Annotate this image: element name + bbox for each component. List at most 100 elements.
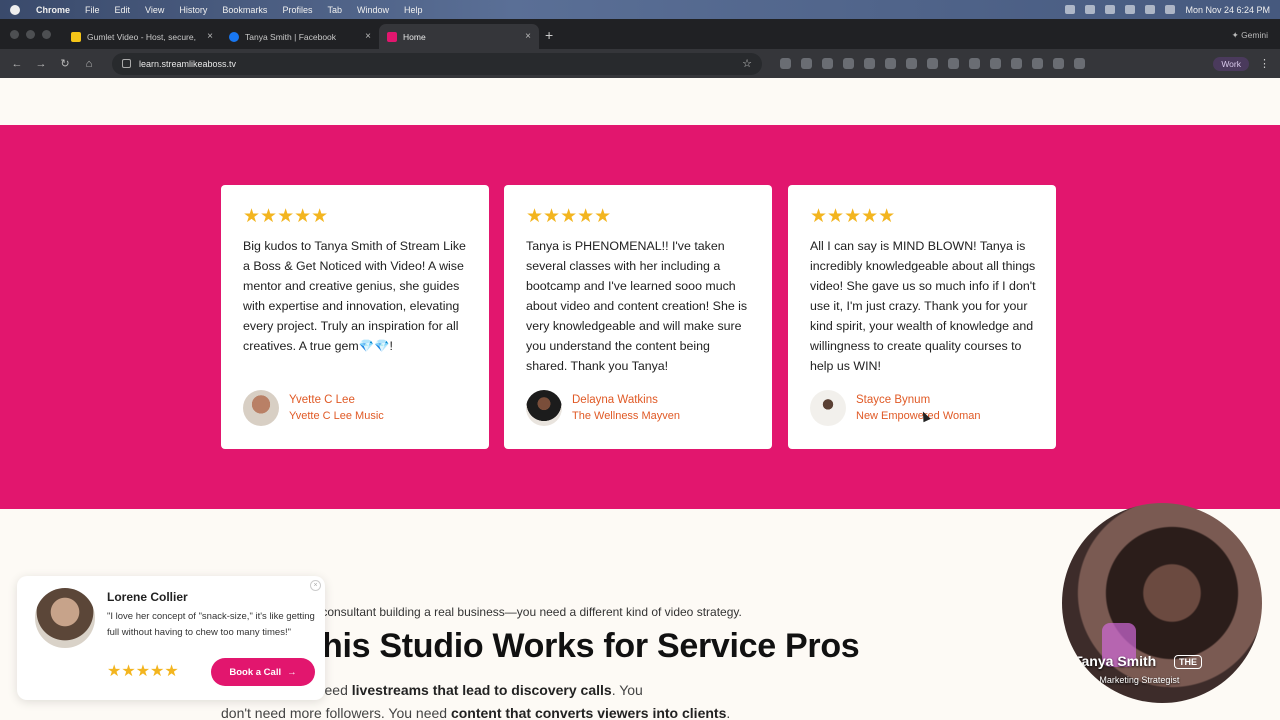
extension-icon[interactable] xyxy=(1053,58,1064,69)
extension-icon[interactable] xyxy=(906,58,917,69)
macos-menu-bar: Chrome File Edit View History Bookmarks … xyxy=(0,0,1280,19)
extension-icon[interactable] xyxy=(948,58,959,69)
battery-icon[interactable] xyxy=(1145,5,1156,14)
site-info-icon[interactable] xyxy=(122,59,131,68)
menu-clock[interactable]: Mon Nov 24 6:24 PM xyxy=(1185,5,1270,15)
browser-toolbar: ← → ↻ ⌂ learn.streamlikeaboss.tv ☆ Work … xyxy=(0,49,1280,78)
para-text: don't need more followers. You need xyxy=(221,705,451,720)
tab-title: Home xyxy=(403,31,426,42)
gemini-button[interactable]: ✦ Gemini xyxy=(1220,30,1280,49)
close-popup-icon[interactable]: × xyxy=(310,580,321,591)
bookmark-star-icon[interactable]: ☆ xyxy=(742,57,752,70)
close-tab-icon[interactable]: × xyxy=(207,31,213,42)
menu-edit[interactable]: Edit xyxy=(115,5,131,15)
facebook-favicon-icon xyxy=(229,31,239,42)
status-icon[interactable] xyxy=(1105,5,1116,14)
testimonial-card: ★★★★★ Big kudos to Tanya Smith of Stream… xyxy=(221,185,489,449)
para-bold: livestreams that lead to discovery calls xyxy=(351,682,612,698)
tab-facebook[interactable]: Tanya Smith | Facebook × xyxy=(221,24,379,49)
extensions-puzzle-icon[interactable] xyxy=(1074,58,1085,69)
testimonial-quote: Tanya is PHENOMENAL!! I've taken several… xyxy=(526,239,748,373)
testimonial-author: Yvette C Lee Yvette C Lee Music xyxy=(243,390,384,426)
avatar xyxy=(526,390,562,426)
close-tab-icon[interactable]: × xyxy=(525,31,531,42)
close-window-icon[interactable] xyxy=(10,30,19,39)
testimonial-quote: Big kudos to Tanya Smith of Stream Like … xyxy=(243,239,466,353)
menu-profiles[interactable]: Profiles xyxy=(282,5,312,15)
control-center-icon[interactable] xyxy=(1165,5,1176,14)
web-page: ★★★★★ Big kudos to Tanya Smith of Stream… xyxy=(0,78,1280,720)
para-bold: content that converts viewers into clien… xyxy=(450,705,727,720)
avatar xyxy=(35,588,95,648)
brand-logo: THE xyxy=(1174,655,1202,669)
testimonial-author: Delayna Watkins The Wellness Mayven xyxy=(526,390,680,426)
extension-icon[interactable] xyxy=(1032,58,1043,69)
button-label: Book a Call xyxy=(229,666,282,678)
popup-author-name: Lorene Collier xyxy=(107,590,188,604)
status-icon[interactable] xyxy=(1085,5,1096,14)
testimonial-quote: All I can say is MIND BLOWN! Tanya is in… xyxy=(810,239,1036,373)
menu-history[interactable]: History xyxy=(179,5,207,15)
rating-stars: ★★★★★ xyxy=(243,206,329,227)
wifi-icon[interactable] xyxy=(1125,5,1136,14)
extension-icon[interactable] xyxy=(1011,58,1022,69)
popup-quote: "I love her concept of "snack-size," it'… xyxy=(107,611,315,638)
gumlet-favicon-icon xyxy=(71,31,81,42)
status-icon[interactable] xyxy=(1065,5,1076,14)
section-headline: his Studio Works for Service Pros xyxy=(322,627,860,665)
author-org: Yvette C Lee Music xyxy=(289,410,384,422)
extension-icon[interactable] xyxy=(885,58,896,69)
para-text: . xyxy=(726,705,731,720)
avatar xyxy=(243,390,279,426)
author-name: Stayce Bynum xyxy=(856,394,931,406)
extension-icon[interactable] xyxy=(843,58,854,69)
apple-icon[interactable] xyxy=(10,4,20,15)
avatar xyxy=(810,390,846,426)
more-menu-icon[interactable]: ⋮ xyxy=(1259,57,1270,70)
reload-icon[interactable]: ↻ xyxy=(58,57,72,70)
zoom-window-icon[interactable] xyxy=(42,30,51,39)
extension-icon[interactable] xyxy=(864,58,875,69)
address-bar[interactable]: learn.streamlikeaboss.tv ☆ xyxy=(112,52,762,75)
author-name: Yvette C Lee xyxy=(289,394,355,406)
book-a-call-button[interactable]: Book a Call → xyxy=(211,658,315,686)
extension-icon[interactable] xyxy=(990,58,1001,69)
menu-file[interactable]: File xyxy=(85,5,100,15)
menu-status-area: Mon Nov 24 6:24 PM xyxy=(1065,5,1270,15)
tab-title: Gumlet Video - Host, secure, xyxy=(87,31,196,42)
arrow-right-icon: → xyxy=(287,666,297,678)
testimonial-author: Stayce Bynum New Empowered Woman xyxy=(810,390,981,426)
menu-window[interactable]: Window xyxy=(357,5,389,15)
presenter-role: Video Marketing Strategist xyxy=(1074,675,1180,685)
extension-icon[interactable] xyxy=(780,58,791,69)
extension-icon[interactable] xyxy=(822,58,833,69)
menu-view[interactable]: View xyxy=(145,5,164,15)
extension-icon[interactable] xyxy=(927,58,938,69)
window-controls xyxy=(0,30,63,49)
close-tab-icon[interactable]: × xyxy=(365,31,371,42)
browser-tab-strip: Gumlet Video - Host, secure, × Tanya Smi… xyxy=(0,19,1280,49)
rating-stars: ★★★★★ xyxy=(810,206,896,227)
section-subline: r consultant building a real business—yo… xyxy=(314,605,742,619)
author-org: New Empowered Woman xyxy=(856,410,981,422)
menu-bookmarks[interactable]: Bookmarks xyxy=(222,5,267,15)
forward-arrow-icon[interactable]: → xyxy=(34,58,48,70)
minimize-window-icon[interactable] xyxy=(26,30,35,39)
new-tab-button[interactable]: + xyxy=(539,27,563,49)
menu-app-chrome[interactable]: Chrome xyxy=(36,5,70,15)
back-arrow-icon[interactable]: ← xyxy=(10,58,24,70)
rating-stars: ★★★★★ xyxy=(526,206,612,227)
tab-home[interactable]: Home × xyxy=(379,24,539,49)
home-icon[interactable]: ⌂ xyxy=(82,58,96,70)
extension-icon[interactable] xyxy=(801,58,812,69)
testimonial-card: ★★★★★ Tanya is PHENOMENAL!! I've taken s… xyxy=(504,185,772,449)
menu-help[interactable]: Help xyxy=(404,5,423,15)
author-name: Delayna Watkins xyxy=(572,394,658,406)
rating-stars: ★★★★★ xyxy=(107,663,179,680)
extensions-row xyxy=(780,58,1085,69)
tab-gumlet[interactable]: Gumlet Video - Host, secure, × xyxy=(63,24,221,49)
presenter-name: Tanya Smith xyxy=(1074,653,1157,669)
extension-icon[interactable] xyxy=(969,58,980,69)
profile-chip[interactable]: Work xyxy=(1213,56,1249,71)
menu-tab[interactable]: Tab xyxy=(327,5,342,15)
